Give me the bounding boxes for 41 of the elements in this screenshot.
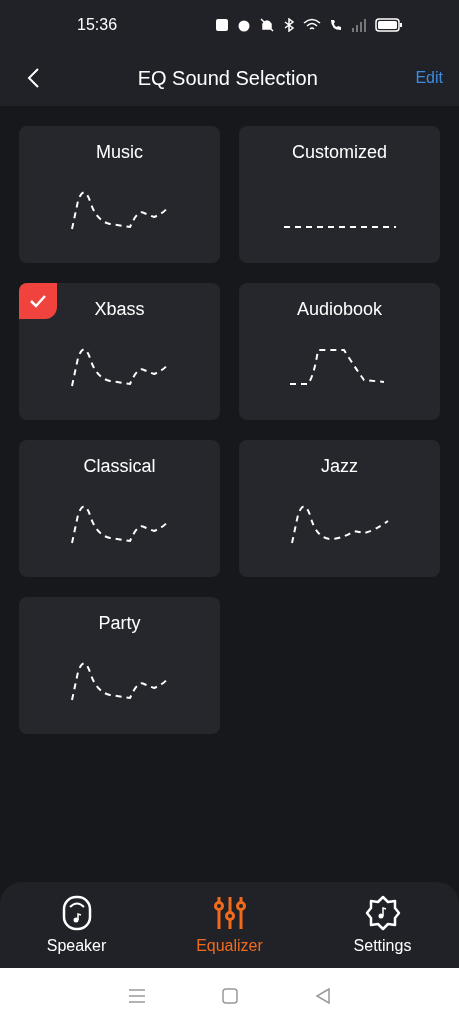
page-title: EQ Sound Selection (137, 66, 318, 90)
menu-icon[interactable] (128, 989, 147, 1003)
preset-label: Customized (291, 142, 387, 163)
signal-icon (351, 18, 367, 32)
bluetooth-icon (283, 18, 295, 32)
eq-curve-icon (288, 349, 385, 385)
eq-curve-icon (70, 191, 169, 230)
call-icon (329, 18, 343, 32)
preset-label: Jazz (321, 456, 358, 477)
edit-link[interactable]: Edit (415, 69, 443, 87)
preset-card[interactable]: Audiobook (239, 283, 440, 420)
preset-card[interactable]: Jazz (239, 440, 440, 577)
nav-tab[interactable]: Settings (322, 894, 443, 956)
preset-card[interactable]: Party (19, 597, 220, 734)
preset-card[interactable]: Music (19, 126, 220, 263)
speaker-icon (61, 895, 92, 931)
eq-curve-icon (290, 505, 389, 544)
status-time: 15:36 (77, 16, 118, 34)
back-triangle-icon[interactable] (314, 988, 331, 1004)
home-icon[interactable] (222, 988, 239, 1004)
preset-label: Party (98, 613, 141, 634)
preset-card[interactable]: Classical (19, 440, 220, 577)
settings-icon (364, 895, 401, 931)
nav-tab[interactable]: Equalizer (169, 894, 290, 956)
battery-icon (375, 18, 403, 32)
equalizer-icon (211, 895, 248, 931)
check-icon (29, 294, 47, 308)
eq-curve-icon (70, 348, 169, 387)
back-button[interactable] (26, 67, 40, 89)
preset-label: Xbass (94, 299, 145, 320)
wifi-icon (303, 18, 321, 32)
preset-card[interactable]: Customized (239, 126, 440, 263)
eq-curve-icon (70, 505, 169, 544)
preset-label: Music (96, 142, 143, 163)
nav-tab[interactable]: Speaker (16, 894, 137, 956)
mute-icon (259, 18, 275, 32)
eq-curve-icon (70, 662, 169, 701)
back-icon (26, 67, 40, 89)
preset-label: Audiobook (296, 299, 383, 320)
preset-label: Classical (83, 456, 156, 477)
preset-card[interactable]: Xbass (19, 283, 220, 420)
